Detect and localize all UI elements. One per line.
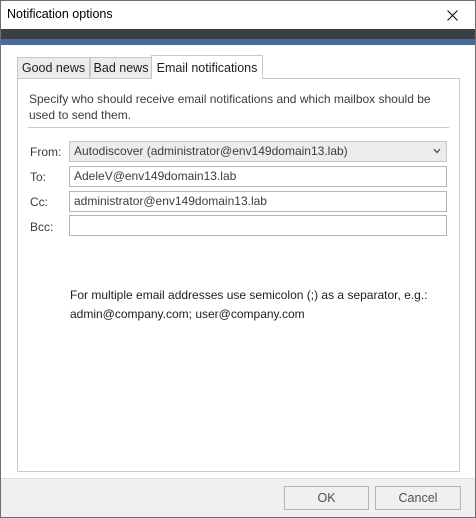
- notification-options-dialog: Notification options Good news Bad news …: [0, 0, 476, 518]
- tab-bad-news[interactable]: Bad news: [90, 57, 152, 78]
- separator-hint: For multiple email addresses use semicol…: [70, 288, 428, 321]
- cc-input[interactable]: administrator@env149domain13.lab: [69, 191, 447, 212]
- title-bar: Notification options: [1, 1, 475, 29]
- to-label: To:: [30, 170, 47, 184]
- from-select[interactable]: Autodiscover (administrator@env149domain…: [69, 141, 447, 162]
- tab-good-news[interactable]: Good news: [17, 57, 90, 78]
- dialog-content: Good news Bad news Email notifications S…: [1, 45, 475, 478]
- cc-label: Cc:: [30, 195, 48, 209]
- chevron-down-icon: [433, 148, 441, 154]
- window-title: Notification options: [7, 7, 113, 21]
- to-input[interactable]: AdeleV@env149domain13.lab: [69, 166, 447, 187]
- bcc-label: Bcc:: [30, 220, 54, 234]
- header-banner: [1, 29, 475, 39]
- tab-label: Email notifications: [156, 60, 258, 75]
- close-icon: [446, 9, 458, 21]
- panel-description: Specify who should receive email notific…: [29, 92, 431, 122]
- cancel-button[interactable]: Cancel: [375, 486, 461, 510]
- tab-email-notifications[interactable]: Email notifications: [151, 55, 263, 79]
- from-select-value: Autodiscover (administrator@env149domain…: [74, 144, 348, 158]
- tab-label: Good news: [21, 61, 86, 75]
- ok-button[interactable]: OK: [284, 486, 369, 510]
- divider: [28, 127, 449, 128]
- close-button[interactable]: [429, 1, 475, 29]
- email-notifications-panel: Specify who should receive email notific…: [17, 78, 460, 472]
- tab-label: Bad news: [93, 61, 149, 75]
- from-label: From:: [30, 145, 62, 159]
- dialog-footer: OK Cancel: [1, 478, 475, 517]
- bcc-input[interactable]: [69, 215, 447, 236]
